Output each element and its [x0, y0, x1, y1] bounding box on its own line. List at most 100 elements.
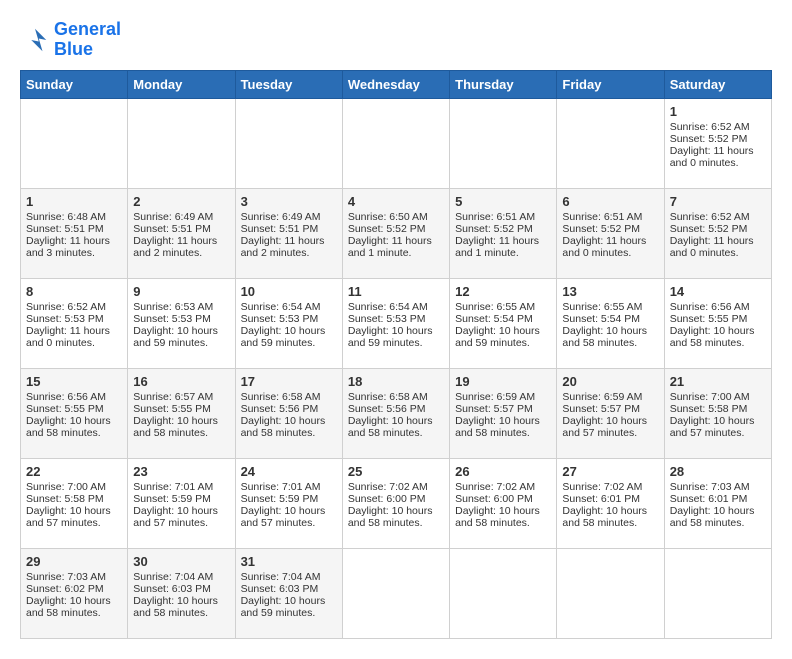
- daylight-text: Daylight: 11 hours and 2 minutes.: [133, 235, 229, 259]
- day-number: 13: [562, 284, 658, 299]
- sunrise-text: Sunrise: 6:56 AM: [26, 391, 122, 403]
- daylight-text: Daylight: 10 hours and 59 minutes.: [133, 325, 229, 349]
- sunrise-text: Sunrise: 6:59 AM: [455, 391, 551, 403]
- day-number: 28: [670, 464, 766, 479]
- sunset-text: Sunset: 5:52 PM: [455, 223, 551, 235]
- calendar-table: SundayMondayTuesdayWednesdayThursdayFrid…: [20, 70, 772, 639]
- calendar-cell: [450, 98, 557, 188]
- day-number: 1: [26, 194, 122, 209]
- sunset-text: Sunset: 5:52 PM: [670, 223, 766, 235]
- sunrise-text: Sunrise: 6:52 AM: [26, 301, 122, 313]
- calendar-cell: 29Sunrise: 7:03 AMSunset: 6:02 PMDayligh…: [21, 548, 128, 638]
- sunset-text: Sunset: 6:01 PM: [670, 493, 766, 505]
- calendar-cell: 10Sunrise: 6:54 AMSunset: 5:53 PMDayligh…: [235, 278, 342, 368]
- daylight-text: Daylight: 10 hours and 58 minutes.: [562, 325, 658, 349]
- day-number: 29: [26, 554, 122, 569]
- sunrise-text: Sunrise: 6:51 AM: [562, 211, 658, 223]
- daylight-text: Daylight: 10 hours and 58 minutes.: [348, 505, 444, 529]
- weekday-header-friday: Friday: [557, 70, 664, 98]
- daylight-text: Daylight: 11 hours and 2 minutes.: [241, 235, 337, 259]
- calendar-cell: 25Sunrise: 7:02 AMSunset: 6:00 PMDayligh…: [342, 458, 449, 548]
- sunrise-text: Sunrise: 7:04 AM: [241, 571, 337, 583]
- sunrise-text: Sunrise: 7:00 AM: [670, 391, 766, 403]
- daylight-text: Daylight: 10 hours and 57 minutes.: [133, 505, 229, 529]
- calendar-cell: 27Sunrise: 7:02 AMSunset: 6:01 PMDayligh…: [557, 458, 664, 548]
- calendar-cell: [342, 98, 449, 188]
- calendar-cell: 13Sunrise: 6:55 AMSunset: 5:54 PMDayligh…: [557, 278, 664, 368]
- calendar-cell: 4Sunrise: 6:50 AMSunset: 5:52 PMDaylight…: [342, 188, 449, 278]
- calendar-cell: 3Sunrise: 6:49 AMSunset: 5:51 PMDaylight…: [235, 188, 342, 278]
- daylight-text: Daylight: 10 hours and 57 minutes.: [26, 505, 122, 529]
- daylight-text: Daylight: 10 hours and 58 minutes.: [562, 505, 658, 529]
- day-number: 18: [348, 374, 444, 389]
- sunset-text: Sunset: 6:02 PM: [26, 583, 122, 595]
- logo-icon: [20, 25, 50, 55]
- daylight-text: Daylight: 10 hours and 58 minutes.: [26, 415, 122, 439]
- weekday-header-sunday: Sunday: [21, 70, 128, 98]
- calendar-cell: 1Sunrise: 6:52 AMSunset: 5:52 PMDaylight…: [664, 98, 771, 188]
- day-number: 15: [26, 374, 122, 389]
- sunrise-text: Sunrise: 6:55 AM: [455, 301, 551, 313]
- weekday-header-tuesday: Tuesday: [235, 70, 342, 98]
- day-number: 6: [562, 194, 658, 209]
- sunrise-text: Sunrise: 6:55 AM: [562, 301, 658, 313]
- daylight-text: Daylight: 11 hours and 0 minutes.: [670, 235, 766, 259]
- sunset-text: Sunset: 5:51 PM: [241, 223, 337, 235]
- sunrise-text: Sunrise: 6:54 AM: [348, 301, 444, 313]
- calendar-cell: 15 Sunrise: 6:56 AMSunset: 5:55 PMDayligh…: [21, 368, 128, 458]
- day-number: 19: [455, 374, 551, 389]
- day-number: 17: [241, 374, 337, 389]
- calendar-cell: [235, 98, 342, 188]
- calendar-cell: 7Sunrise: 6:52 AMSunset: 5:52 PMDaylight…: [664, 188, 771, 278]
- daylight-text: Daylight: 10 hours and 58 minutes.: [133, 415, 229, 439]
- sunset-text: Sunset: 5:52 PM: [670, 133, 766, 145]
- sunset-text: Sunset: 5:52 PM: [348, 223, 444, 235]
- sunrise-text: Sunrise: 7:00 AM: [26, 481, 122, 493]
- day-number: 10: [241, 284, 337, 299]
- calendar-cell: [664, 548, 771, 638]
- day-number: 2: [133, 194, 229, 209]
- daylight-text: Daylight: 10 hours and 59 minutes.: [455, 325, 551, 349]
- sunset-text: Sunset: 5:53 PM: [26, 313, 122, 325]
- weekday-header-saturday: Saturday: [664, 70, 771, 98]
- sunset-text: Sunset: 5:58 PM: [26, 493, 122, 505]
- calendar-cell: 1Sunrise: 6:48 AMSunset: 5:51 PMDaylight…: [21, 188, 128, 278]
- week-row-3: 8Sunrise: 6:52 AMSunset: 5:53 PMDaylight…: [21, 278, 772, 368]
- day-number: 5: [455, 194, 551, 209]
- calendar-cell: 20Sunrise: 6:59 AMSunset: 5:57 PMDayligh…: [557, 368, 664, 458]
- daylight-text: Daylight: 11 hours and 0 minutes.: [26, 325, 122, 349]
- calendar-cell: 17Sunrise: 6:58 AMSunset: 5:56 PMDayligh…: [235, 368, 342, 458]
- day-number: 25: [348, 464, 444, 479]
- sunrise-text: Sunrise: 7:03 AM: [26, 571, 122, 583]
- sunrise-text: Sunrise: 6:50 AM: [348, 211, 444, 223]
- day-number: 14: [670, 284, 766, 299]
- calendar-cell: 30 Sunrise: 7:04 AMSunset: 6:03 PMDayligh…: [128, 548, 235, 638]
- sunset-text: Sunset: 6:03 PM: [241, 583, 337, 595]
- logo: General Blue: [20, 20, 121, 60]
- calendar-cell: 26Sunrise: 7:02 AMSunset: 6:00 PMDayligh…: [450, 458, 557, 548]
- sunset-text: Sunset: 5:55 PM: [670, 313, 766, 325]
- sunrise-text: Sunrise: 6:49 AM: [133, 211, 229, 223]
- day-number: 21: [670, 374, 766, 389]
- sunset-text: Sunset: 5:57 PM: [455, 403, 551, 415]
- sunset-text: Sunset: 5:55 PM: [26, 403, 122, 415]
- day-number: 12: [455, 284, 551, 299]
- day-number: 30: [133, 554, 229, 569]
- sunrise-text: Sunrise: 7:04 AM: [133, 571, 229, 583]
- sunset-text: Sunset: 5:56 PM: [241, 403, 337, 415]
- daylight-text: Daylight: 10 hours and 57 minutes.: [241, 505, 337, 529]
- day-number: 31: [241, 554, 337, 569]
- daylight-text: Daylight: 10 hours and 58 minutes.: [670, 505, 766, 529]
- sunrise-text: Sunrise: 6:58 AM: [348, 391, 444, 403]
- daylight-text: Daylight: 10 hours and 58 minutes.: [133, 595, 229, 619]
- sunset-text: Sunset: 5:55 PM: [133, 403, 229, 415]
- week-row-4: 15Sunrise: 6:56 AMSunset: 5:55 PMDayligh…: [21, 368, 772, 458]
- daylight-text: Daylight: 10 hours and 58 minutes.: [241, 415, 337, 439]
- calendar-cell: 12Sunrise: 6:55 AMSunset: 5:54 PMDayligh…: [450, 278, 557, 368]
- daylight-text: Daylight: 11 hours and 1 minute.: [348, 235, 444, 259]
- calendar-cell: 21Sunrise: 7:00 AMSunset: 5:58 PMDayligh…: [664, 368, 771, 458]
- calendar-cell: 2 Sunrise: 6:49 AMSunset: 5:51 PMDaylight…: [128, 188, 235, 278]
- sunset-text: Sunset: 6:03 PM: [133, 583, 229, 595]
- sunset-text: Sunset: 5:51 PM: [133, 223, 229, 235]
- day-number: 11: [348, 284, 444, 299]
